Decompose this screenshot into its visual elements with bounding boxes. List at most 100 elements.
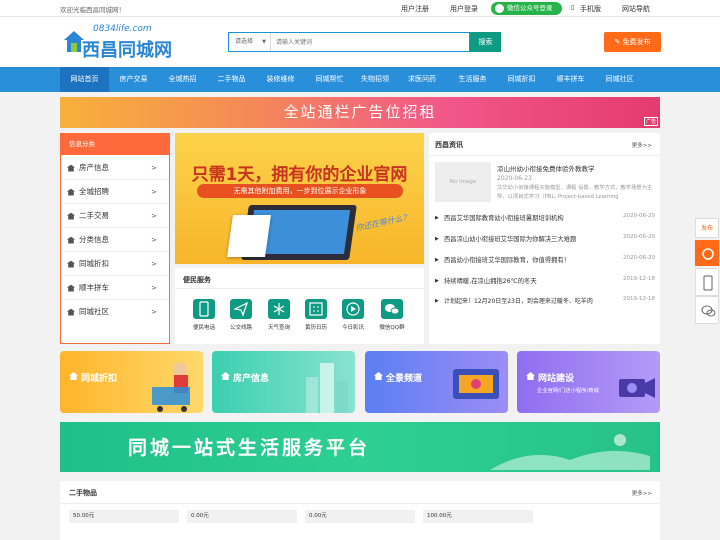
search-category-label: 请选择 (235, 38, 254, 45)
chevron-right-icon: > (151, 284, 157, 292)
nav-item-carpool[interactable]: 顺丰拼车 (546, 67, 595, 92)
nav-item-secondhand[interactable]: 二手物品 (207, 67, 256, 92)
news-item-date: 2020-06-20 (623, 213, 655, 219)
secondhand-section: 二手物品 更多>> 50.00元 0.00元 0.00元 100.00元 (60, 481, 660, 540)
price-tag[interactable]: 0.00元 (305, 510, 415, 523)
nav-item-life[interactable]: 生活服务 (448, 67, 497, 92)
sidebar-item-house[interactable]: 房产信息 > (61, 156, 169, 180)
sidebar-item-label: 同城社区 (79, 307, 109, 316)
sidebar-item-label: 二手交易 (79, 211, 109, 220)
mobile-link[interactable]: 手机版 (580, 4, 601, 14)
refresh-icon (702, 248, 714, 260)
platform-banner[interactable]: 同城一站式生活服务平台 (60, 422, 660, 472)
nav-item-repair[interactable]: 装修维修 (256, 67, 305, 92)
search-button[interactable]: 搜索 (470, 32, 501, 52)
news-item[interactable]: ▶ 西昌艾华国际教育幼小衔接班暑期培训机构 2020-06-20 (435, 213, 655, 225)
home-icon (67, 164, 75, 172)
news-item[interactable]: ▶ 西昌幼小衔接班艾华国际教育，你值得拥有！ 2020-06-20 (435, 255, 655, 267)
publish-button[interactable]: ✎ 免费发布 (604, 32, 661, 52)
website-ad[interactable]: 只需1天，拥有你的企业官网 无需其他附加费用，一步到位展示企业形象 你还在等什么… (175, 133, 424, 264)
price-tag[interactable]: 100.00元 (423, 510, 533, 523)
service-label: 黄历日历 (304, 325, 327, 331)
calendar-icon (305, 299, 327, 319)
ad-tag: 广告 (643, 117, 658, 126)
bullet-icon: ▶ (435, 298, 439, 304)
wechat-icon (381, 299, 403, 319)
nav-item-community[interactable]: 同城社区 (595, 67, 644, 92)
news-item-date: 2019-12-18 (623, 296, 655, 302)
wechat-login-button[interactable]: 微信公众号登录 (491, 2, 562, 15)
price-tag[interactable]: 50.00元 (69, 510, 179, 523)
float-mobile-button[interactable] (695, 268, 719, 296)
ad-subtitle: 无需其他附加费用，一步到位展示企业形象 (233, 187, 367, 195)
news-item[interactable]: ▶ 西昌凉山幼小衔接班艾华国际为你解决三大难题 2020-06-20 (435, 234, 655, 246)
sidebar-item-classified[interactable]: 分类信息 > (61, 228, 169, 252)
nav-item-discount[interactable]: 同城折扣 (497, 67, 546, 92)
service-bus[interactable]: 公交线路 (226, 299, 256, 331)
search-category-select[interactable]: 请选择 ▼ (229, 33, 271, 51)
nav-item-medical[interactable]: 求医问药 (396, 67, 448, 92)
float-wechat-button[interactable] (695, 296, 719, 324)
float-publish[interactable]: 发布 (695, 218, 719, 238)
search-input[interactable] (273, 33, 468, 51)
ad-sub-pill: 无需其他附加费用，一步到位展示企业形象 (197, 184, 403, 198)
news-item[interactable]: ▶ 计划起来！12月20日至23日，到会理来过暖冬、吃羊肉 2019-12-18 (435, 296, 655, 308)
ad-headline: 只需1天，拥有你的企业官网 (191, 165, 408, 185)
float-refresh-button[interactable] (695, 240, 719, 266)
sidebar-item-community[interactable]: 同城社区 > (61, 300, 169, 324)
news-panel: 西昌资讯 更多>> No Image 凉山州幼小衔接免费体验外教教学 2020-… (429, 133, 660, 344)
top-bar: 欢迎光临西昌同城网！ 用户注册 用户登录 微信公众号登录 ▯ 手机版 网站导航 (0, 0, 720, 17)
service-calendar[interactable]: 黄历日历 (301, 299, 331, 331)
news-headline-date: 2020-06-23 (497, 175, 532, 182)
tile-panorama[interactable]: 全景频道 (365, 351, 508, 413)
chevron-right-icon: > (151, 212, 157, 220)
bullet-icon: ▶ (435, 257, 439, 263)
top-ad-banner[interactable]: 全站通栏广告位招租 广告 (60, 97, 660, 128)
service-phone[interactable]: 便民电话 (189, 299, 219, 331)
sidebar-item-secondhand[interactable]: 二手交易 > (61, 204, 169, 228)
home-icon (67, 308, 75, 316)
news-headline-title[interactable]: 凉山州幼小衔接免费体验外教教学 (497, 163, 595, 173)
mobile-icon: ▯ (571, 4, 575, 11)
buildings-illustration (306, 363, 348, 413)
tile-house[interactable]: 房产信息 (212, 351, 355, 413)
chevron-right-icon: > (151, 236, 157, 244)
nav-item-house[interactable]: 房产交易 (109, 67, 158, 92)
service-groups[interactable]: 微信QQ群 (377, 299, 407, 331)
secondhand-more-link[interactable]: 更多>> (632, 489, 652, 497)
sidebar-item-jobs[interactable]: 全城招聘 > (61, 180, 169, 204)
chevron-right-icon: > (151, 164, 157, 172)
site-nav-link[interactable]: 网站导航 (622, 4, 650, 14)
sidebar-item-carpool[interactable]: 顺丰拼车 > (61, 276, 169, 300)
nav-item-home[interactable]: 网站首页 (60, 67, 109, 92)
service-label: 天气查询 (267, 325, 290, 331)
register-link[interactable]: 用户注册 (401, 4, 429, 14)
tile-discount[interactable]: 同城折扣 (60, 351, 203, 413)
tile-website[interactable]: 网站建设 企业官网/门店小程序/商城 (517, 351, 660, 413)
news-more-link[interactable]: 更多>> (632, 141, 652, 149)
welcome-text: 欢迎光临西昌同城网！ (60, 6, 125, 14)
sidebar-title: 信息分类 (61, 134, 169, 155)
nav-item-jobs[interactable]: 全城热招 (158, 67, 207, 92)
login-link[interactable]: 用户登录 (450, 4, 478, 14)
main-nav: 网站首页 房产交易 全城热招 二手物品 装修维修 同城帮忙 失物招领 求医问药 … (0, 67, 720, 92)
price-tag[interactable]: 0.00元 (187, 510, 297, 523)
sidebar-item-discount[interactable]: 同城折扣 > (61, 252, 169, 276)
service-label: 微信QQ群 (379, 325, 405, 331)
service-weather[interactable]: 天气查询 (264, 299, 294, 331)
shopping-cart-illustration (152, 362, 190, 412)
wechat-icon (701, 305, 716, 317)
home-icon (67, 284, 75, 292)
nav-item-help[interactable]: 同城帮忙 (305, 67, 354, 92)
top-ad-text: 全站通栏广告位招租 (283, 103, 437, 121)
logo-name[interactable]: 西昌同城网 (82, 36, 172, 62)
service-label: 公交线路 (229, 325, 252, 331)
publish-label: 免费发布 (622, 38, 651, 46)
nav-item-lost-found[interactable]: 失物招领 (354, 67, 396, 92)
bullet-icon: ▶ (435, 215, 439, 221)
card-illustration (227, 215, 271, 257)
wechat-login-label: 微信公众号登录 (507, 4, 553, 12)
news-thumbnail[interactable]: No Image (435, 162, 491, 202)
service-movies[interactable]: 今日影讯 (338, 299, 368, 331)
news-item[interactable]: ▶ 持续晴暖,在凉山拥抱26℃的冬天 2019-12-18 (435, 276, 655, 288)
